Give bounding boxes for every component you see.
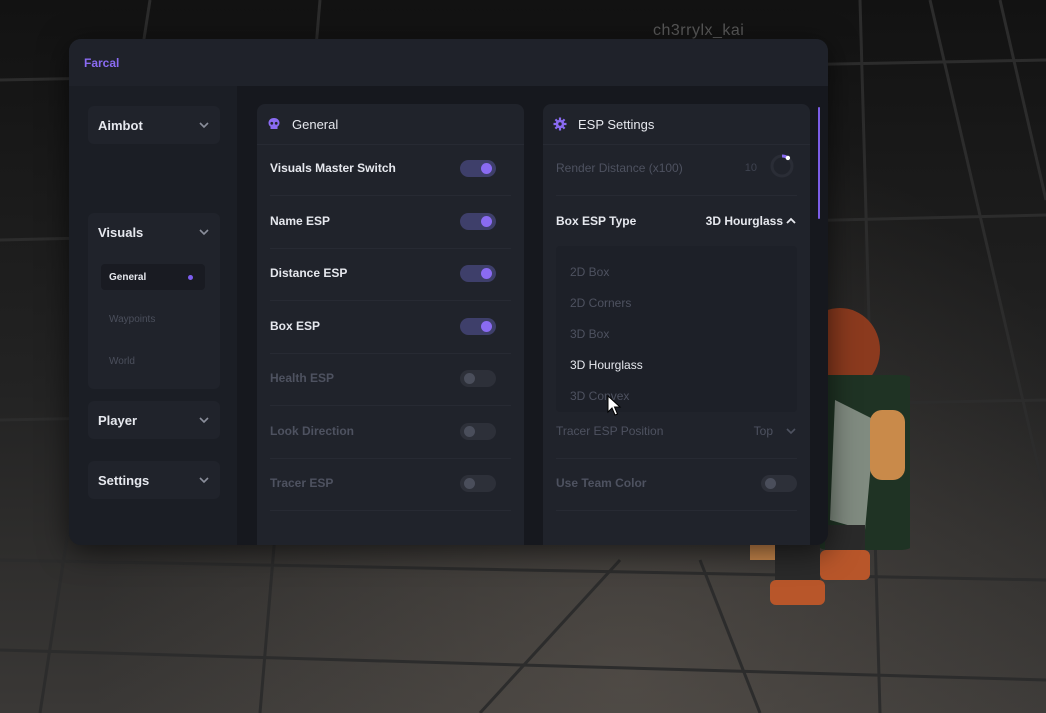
panel-header: ESP Settings [543, 104, 810, 145]
sidebar-subitem-label: General [109, 272, 147, 283]
setting-row-visuals-master-switch: Visuals Master Switch [270, 143, 511, 196]
dropdown-option-2d-box[interactable]: 2D Box [570, 265, 609, 279]
setting-row-box-esp: Box ESP [270, 301, 511, 354]
active-indicator-dot [188, 275, 193, 280]
sidebar: Aimbot Visuals General Waypoints World P… [69, 86, 237, 545]
content-scrollbar[interactable] [818, 107, 820, 219]
setting-label: Visuals Master Switch [270, 161, 396, 175]
chevron-down-icon [199, 229, 209, 236]
panel-title: ESP Settings [578, 117, 655, 132]
dial-knob [785, 155, 791, 161]
distance-esp-toggle[interactable] [460, 265, 496, 282]
dropdown-selected-value: Top [753, 424, 773, 438]
visuals-master-switch-toggle[interactable] [460, 160, 496, 177]
setting-label: Tracer ESP [270, 476, 334, 490]
render-distance-value: 10 [744, 162, 757, 174]
sidebar-item-player[interactable]: Player [88, 401, 220, 439]
look-direction-toggle[interactable] [460, 423, 496, 440]
box-esp-toggle[interactable] [460, 318, 496, 335]
setting-row-distance-esp: Distance ESP [270, 248, 511, 301]
toggle-knob [481, 216, 492, 227]
setting-row-box-esp-type[interactable]: Box ESP Type 3D Hourglass [556, 196, 797, 248]
tracer-esp-toggle[interactable] [460, 475, 496, 492]
window-title: Farcal [84, 56, 120, 70]
esp-settings-panel: ESP Settings Render Distance (x100) 10 B… [543, 104, 810, 545]
dropdown-option-2d-corners[interactable]: 2D Corners [570, 296, 631, 310]
health-esp-toggle[interactable] [460, 370, 496, 387]
chevron-down-icon [786, 428, 796, 435]
setting-label: Look Direction [270, 424, 355, 438]
panel-title: General [292, 117, 339, 132]
sidebar-item-label: Aimbot [98, 118, 143, 133]
setting-label: Render Distance (x100) [556, 161, 683, 175]
sidebar-item-settings[interactable]: Settings [88, 461, 220, 499]
setting-row-tracer-esp-position[interactable]: Tracer ESP Position Top [556, 406, 797, 459]
chevron-down-icon [199, 417, 209, 424]
skull-icon [268, 118, 280, 129]
player-username: ch3rrylx_kai [653, 22, 745, 39]
general-panel: General Visuals Master Switch Name ESP D… [257, 104, 524, 545]
setting-row-health-esp: Health ESP [270, 353, 511, 406]
sidebar-item-label: Settings [98, 473, 150, 488]
setting-label: Box ESP Type [556, 214, 637, 228]
dropdown-selected-value: 3D Hourglass [705, 214, 783, 228]
render-distance-dial[interactable] [769, 153, 795, 179]
sidebar-item-visuals[interactable]: Visuals [88, 213, 220, 251]
toggle-knob [464, 478, 475, 489]
sidebar-subitem-world[interactable]: World [101, 348, 205, 374]
setting-row-render-distance: Render Distance (x100) 10 [556, 143, 797, 196]
chevron-down-icon [199, 477, 209, 484]
setting-label: Health ESP [270, 371, 335, 385]
dropdown-option-3d-box[interactable]: 3D Box [570, 327, 609, 341]
setting-row-tracer-esp: Tracer ESP [270, 458, 511, 511]
chevron-up-icon [786, 217, 796, 224]
toggle-knob [481, 163, 492, 174]
setting-row-look-direction: Look Direction [270, 406, 511, 459]
mouse-cursor-icon [607, 395, 622, 416]
setting-label: Box ESP [270, 319, 321, 333]
setting-label: Use Team Color [556, 476, 647, 490]
sidebar-subitem-label: Waypoints [109, 314, 156, 325]
setting-label: Name ESP [270, 214, 331, 228]
setting-label: Tracer ESP Position [556, 424, 664, 438]
sidebar-subitem-general[interactable]: General [101, 264, 205, 290]
title-bar[interactable]: Farcal [69, 39, 828, 87]
setting-row-use-team-color: Use Team Color [556, 458, 797, 511]
panel-header: General [257, 104, 524, 145]
sidebar-item-aimbot[interactable]: Aimbot [88, 106, 220, 144]
name-esp-toggle[interactable] [460, 213, 496, 230]
toggle-knob [481, 268, 492, 279]
sidebar-item-label: Player [98, 413, 138, 428]
toggle-knob [765, 478, 776, 489]
toggle-knob [481, 321, 492, 332]
toggle-knob [464, 426, 475, 437]
dropdown-option-3d-hourglass[interactable]: 3D Hourglass [570, 358, 643, 372]
gear-icon [553, 117, 567, 131]
box-esp-type-dropdown-list: 2D Box 2D Corners 3D Box 3D Hourglass 3D… [556, 246, 797, 412]
use-team-color-toggle[interactable] [761, 475, 797, 492]
sidebar-group-visuals: Visuals General Waypoints World [88, 213, 220, 389]
sidebar-subitem-waypoints[interactable]: Waypoints [101, 306, 205, 332]
sidebar-item-label: Visuals [98, 225, 144, 240]
toggle-knob [464, 373, 475, 384]
setting-label: Distance ESP [270, 266, 348, 280]
sidebar-subitem-label: World [109, 356, 135, 367]
chevron-down-icon [199, 122, 209, 129]
menu-window: Farcal Aimbot Visuals General Waypoints … [69, 39, 828, 545]
setting-row-name-esp: Name ESP [270, 196, 511, 249]
